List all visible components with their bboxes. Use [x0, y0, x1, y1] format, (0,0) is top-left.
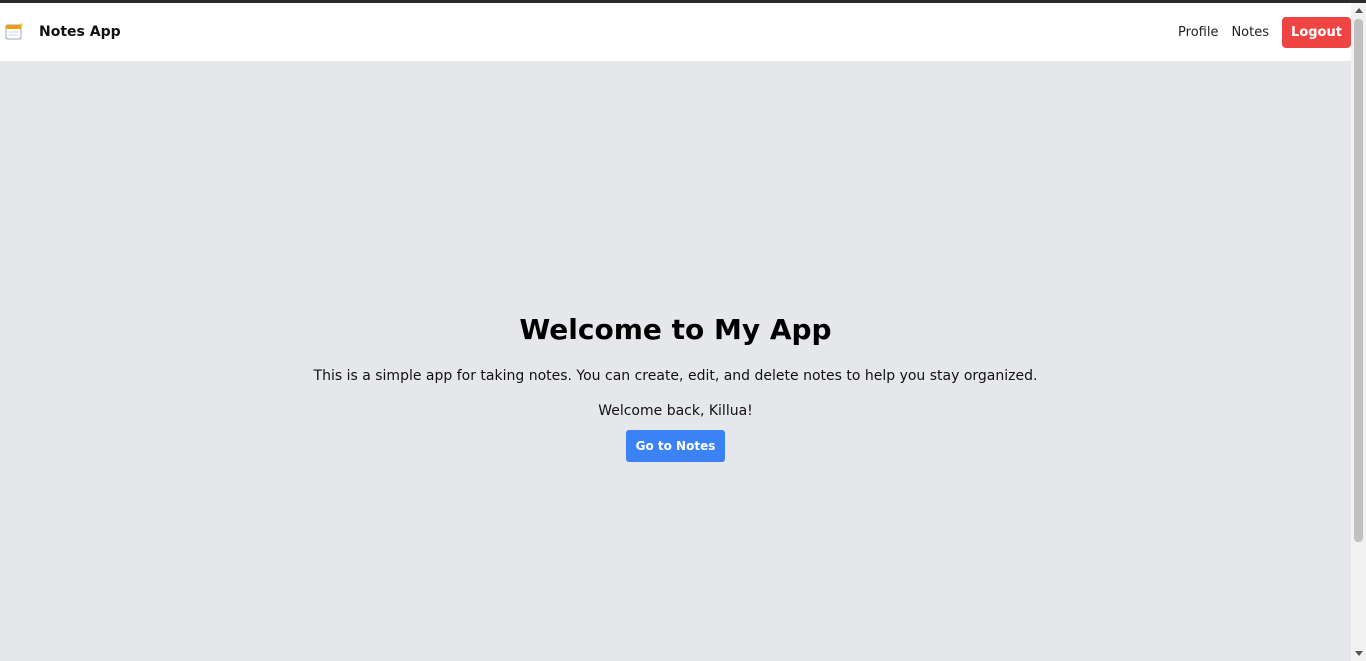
brand-title: Notes App: [39, 24, 121, 40]
logout-button[interactable]: Logout: [1282, 16, 1351, 48]
nav-links: Profile Notes Logout: [1178, 3, 1351, 61]
scroll-down-icon[interactable]: [1355, 651, 1363, 656]
page: Notes App Profile Notes Logout Welcome t…: [0, 0, 1366, 661]
vertical-scrollbar[interactable]: [1351, 3, 1366, 661]
page-title: Welcome to My App: [519, 313, 832, 346]
scrollbar-thumb[interactable]: [1354, 19, 1363, 542]
nav-link-profile[interactable]: Profile: [1178, 25, 1218, 40]
app-description: This is a simple app for taking notes. Y…: [313, 368, 1038, 384]
brand[interactable]: Notes App: [0, 3, 121, 61]
navbar: Notes App Profile Notes Logout: [0, 3, 1351, 61]
main-content: Welcome to My App This is a simple app f…: [0, 61, 1351, 661]
nav-link-notes[interactable]: Notes: [1231, 25, 1269, 40]
welcome-message: Welcome back, Killua!: [598, 403, 753, 419]
go-to-notes-button[interactable]: Go to Notes: [626, 430, 725, 462]
notepad-icon: [4, 22, 24, 42]
scroll-up-icon[interactable]: [1355, 8, 1363, 13]
